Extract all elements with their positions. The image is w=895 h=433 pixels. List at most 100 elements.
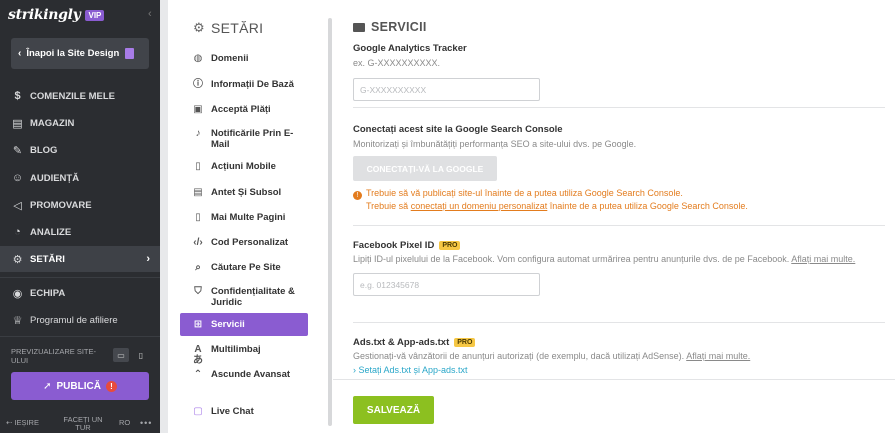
settings-item-domains[interactable]: ◍ Domenii <box>180 53 308 64</box>
search-console-section: Conectați acest site la Google Search Co… <box>353 124 883 213</box>
exit-button[interactable]: ⇠ IEȘIRE <box>6 418 39 427</box>
settings-item-mobile-actions[interactable]: ▯ Acțiuni Mobile <box>180 161 308 172</box>
ads-txt-title: Ads.txt & App-ads.txt <box>353 337 450 348</box>
language-icon: Aあ <box>193 344 203 366</box>
mobile-icon[interactable]: ▯ <box>133 348 149 362</box>
desktop-icon[interactable]: ▭ <box>113 348 129 362</box>
nav-item-audience[interactable]: ☺ AUDIENȚĂ <box>0 165 160 191</box>
save-bar: SALVEAZĂ <box>333 379 895 433</box>
users-icon: ☺ <box>11 172 24 184</box>
search-console-heading: Conectați acest site la Google Search Co… <box>353 124 563 135</box>
mobile-icon: ▯ <box>195 161 201 172</box>
preview-label: PREVIZUALIZARE SITE-ULUI <box>11 347 97 365</box>
facebook-pixel-desc: Lipiți ID-ul pixelului de la Facebook. V… <box>353 253 878 265</box>
shield-icon: ⛉ <box>194 286 202 297</box>
collapse-sidebar-icon[interactable]: ‹ <box>148 8 152 20</box>
settings-item-label: Notificările Prin E-Mail <box>211 128 294 150</box>
settings-item-header-footer[interactable]: ▤ Antet Și Subsol <box>180 187 308 198</box>
facebook-learn-more-link[interactable]: Aflați mai multe. <box>791 254 855 264</box>
logo-row: strikingly VIP <box>0 0 160 30</box>
nav-item-orders[interactable]: $ COMENZILE MELE <box>0 83 160 109</box>
settings-title: ⚙ SETĂRI <box>193 20 263 36</box>
nav-item-blog[interactable]: ✎ BLOG <box>0 137 160 163</box>
settings-item-basic-info[interactable]: ⓘ Informații De Bază <box>180 79 308 90</box>
publish-label: PUBLICĂ <box>56 380 101 392</box>
facebook-pixel-input[interactable]: e.g. 012345678 <box>353 273 540 296</box>
domain-warning: Trebuie să conectați un domeniu personal… <box>353 200 883 213</box>
search-icon: ⌕ <box>195 262 201 273</box>
code-icon: ‹/› <box>193 237 203 248</box>
more-icon[interactable]: ••• <box>140 418 152 428</box>
nav-item-analytics[interactable]: ◔ ANALIZE <box>0 219 160 245</box>
settings-item-services[interactable]: ⊞ Servicii <box>180 313 308 336</box>
settings-item-payments[interactable]: ▣ Acceptă Plăți <box>180 104 308 115</box>
google-analytics-input[interactable]: G-XXXXXXXXXX <box>353 78 540 101</box>
settings-item-site-search[interactable]: ⌕ Căutare Pe Site <box>180 262 308 273</box>
section-divider <box>353 107 885 108</box>
panel-gutter <box>160 0 168 433</box>
language-button[interactable]: RO <box>119 418 130 427</box>
connect-domain-link[interactable]: conectați un domeniu personalizat <box>411 201 548 211</box>
settings-item-multilanguage[interactable]: Aあ Multilimbaj <box>180 344 308 366</box>
folder-icon <box>353 22 365 32</box>
store-icon: ▤ <box>12 117 23 130</box>
gear-icon: ⚙ <box>12 253 23 266</box>
ads-learn-more-link[interactable]: Aflați mai multe. <box>686 351 750 361</box>
nav-item-settings[interactable]: ⚙ SETĂRI › <box>0 246 160 272</box>
connect-google-button[interactable]: CONECTAȚI-VĂ LA GOOGLE <box>353 156 497 181</box>
exit-label: IEȘIRE <box>14 418 39 427</box>
nav-label: PROMOVARE <box>30 199 92 211</box>
settings-item-label: Servicii <box>211 319 245 330</box>
nav-label: ECHIPA <box>30 287 66 299</box>
services-panel: SERVICII Google Analytics Tracker ex. G-… <box>333 0 895 433</box>
ads-txt-heading: Ads.txt & App-ads.txt PRO <box>353 337 883 348</box>
domain-warning-pre: Trebuie să <box>366 201 411 211</box>
bell-icon: ♪ <box>195 128 201 139</box>
back-to-site-design-button[interactable]: ‹ Înapoi la Site Design <box>11 38 149 69</box>
sidebar-footer: ⇠ IEȘIRE FACEȚI UN TUR RO ••• <box>0 412 160 433</box>
settings-scrollbar[interactable] <box>328 18 332 426</box>
sidebar-divider <box>0 336 160 337</box>
nav-item-promotion[interactable]: ◁ PROMOVARE <box>0 192 160 218</box>
publish-warning-text: Trebuie să vă publicați site-ul înainte … <box>366 188 683 198</box>
google-analytics-section: Google Analytics Tracker ex. G-XXXXXXXXX… <box>353 43 883 101</box>
nav-label: MAGAZIN <box>30 117 75 129</box>
save-button[interactable]: SALVEAZĂ <box>353 396 434 424</box>
nav-label: AUDIENȚĂ <box>30 172 80 184</box>
settings-item-label: Căutare Pe Site <box>211 262 281 273</box>
warning-icon: ! <box>353 191 362 200</box>
facebook-pixel-heading: Facebook Pixel ID PRO <box>353 240 883 251</box>
nav-item-store[interactable]: ▤ MAGAZIN <box>0 110 160 136</box>
settings-item-more-pages[interactable]: ▯ Mai Multe Pagini <box>180 212 308 223</box>
setup-ads-txt-link[interactable]: › Setați Ads.txt și App-ads.txt <box>353 365 883 375</box>
info-icon: ⓘ <box>193 79 203 90</box>
page-title: SERVICII <box>353 20 427 34</box>
team-icon: ◉ <box>12 287 23 300</box>
nav-label: SETĂRI <box>30 253 65 265</box>
nav-item-affiliate[interactable]: ♕ Programul de afiliere <box>0 307 160 333</box>
tour-button[interactable]: FACEȚI UN TUR <box>58 416 108 432</box>
settings-item-label: Cod Personalizat <box>211 237 289 248</box>
facebook-pixel-title: Facebook Pixel ID <box>353 240 435 251</box>
dollar-icon: $ <box>14 90 21 102</box>
settings-item-custom-code[interactable]: ‹/› Cod Personalizat <box>180 237 308 248</box>
page-design-icon <box>125 48 135 59</box>
settings-menu: ⚙ SETĂRI ◍ Domenii ⓘ Informații De Bază … <box>168 0 333 433</box>
chevron-right-icon: › <box>146 253 150 265</box>
settings-item-live-chat[interactable]: ▢ Live Chat <box>180 406 308 417</box>
settings-item-label: Confidențialitate & Juridic <box>211 286 295 308</box>
chat-icon: ▢ <box>193 406 203 417</box>
app-sidebar: strikingly VIP ‹ ‹ Înapoi la Site Design… <box>0 0 160 433</box>
warning-icon: ! <box>105 380 117 392</box>
nav-label: COMENZILE MELE <box>30 90 115 102</box>
logo[interactable]: strikingly <box>8 7 81 23</box>
publish-button[interactable]: ➚ PUBLICĂ ! <box>11 372 149 400</box>
settings-item-email-notifications[interactable]: ♪ Notificările Prin E-Mail <box>180 128 308 150</box>
nav-item-team[interactable]: ◉ ECHIPA <box>0 280 160 306</box>
ads-txt-desc: Gestionați-vă vânzătorii de anunțuri aut… <box>353 350 883 362</box>
settings-item-label: Live Chat <box>211 406 254 417</box>
payment-icon: ▣ <box>193 104 203 115</box>
settings-item-privacy-legal[interactable]: ⛉ Confidențialitate & Juridic <box>180 286 308 308</box>
settings-item-hide-advanced[interactable]: ⌃ Ascunde Avansat <box>180 369 308 380</box>
settings-item-label: Antet Și Subsol <box>211 187 282 198</box>
